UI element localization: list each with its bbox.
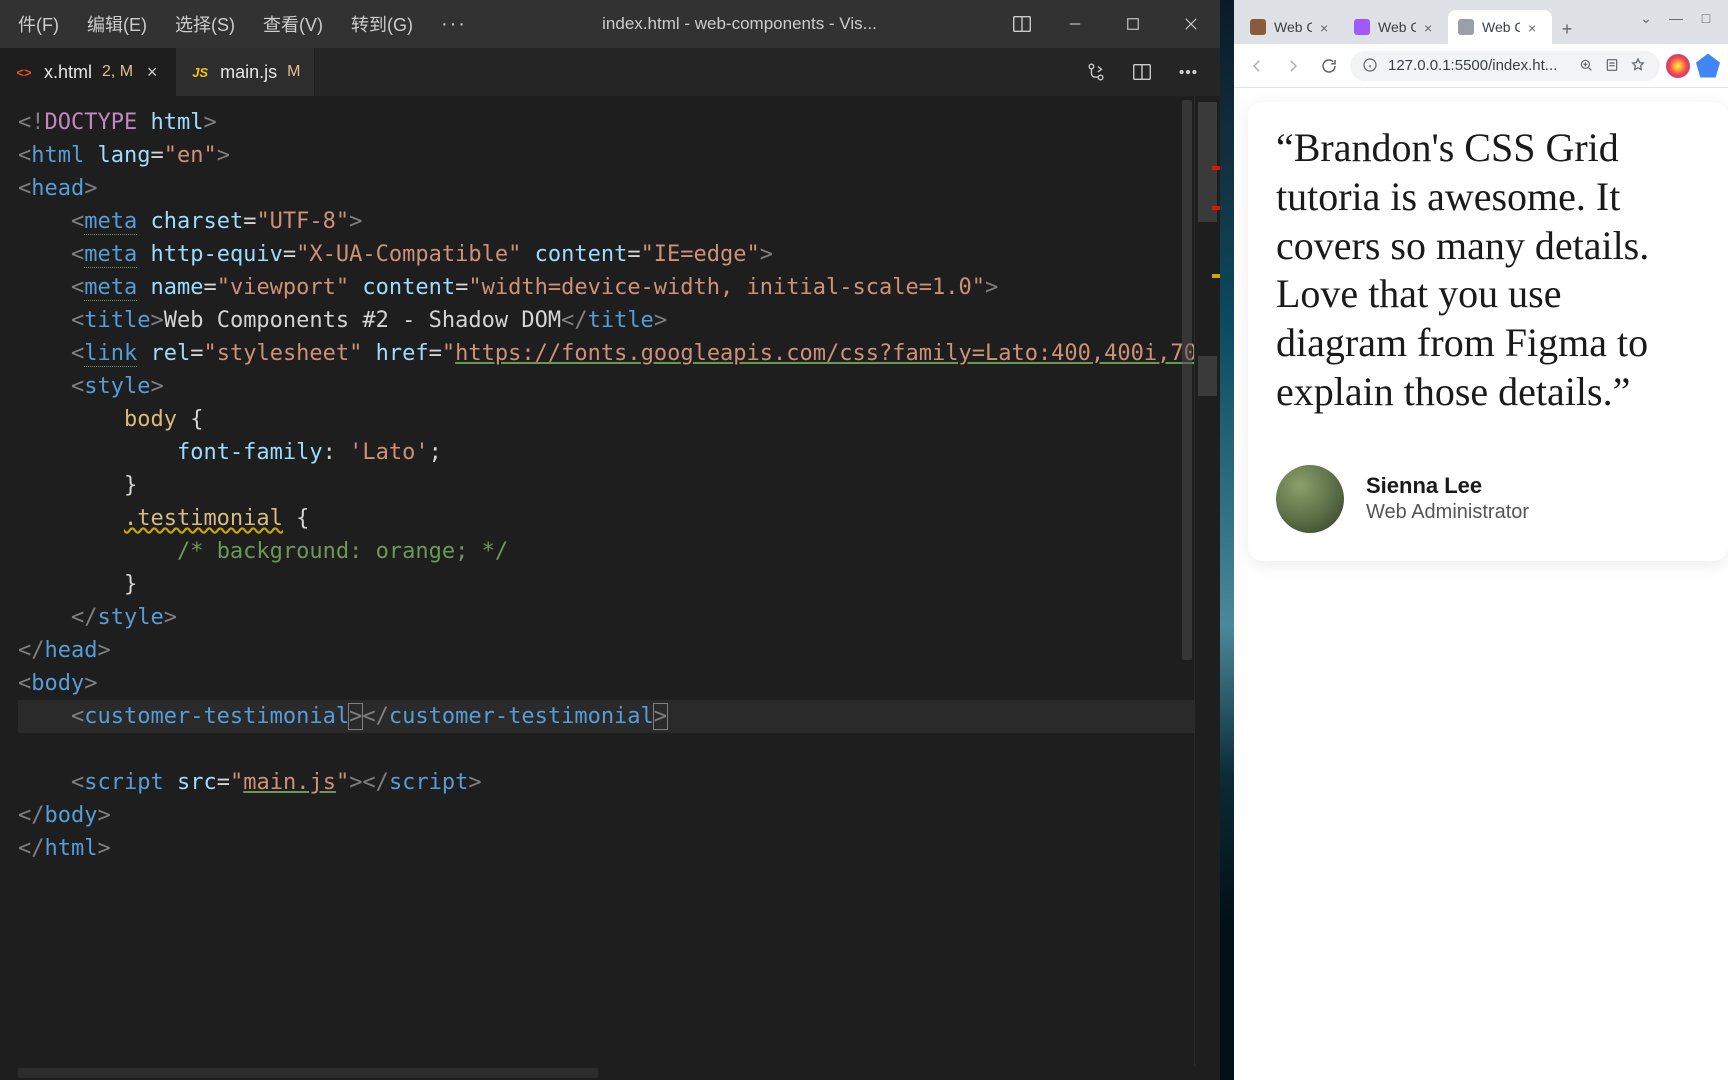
extension-icon-2[interactable] — [1696, 54, 1720, 78]
avatar — [1276, 465, 1344, 533]
browser-window: Web C × Web C × Web C × + ⌄ — □ 127.0.0.1:5500… — [1234, 0, 1728, 1080]
menu-more[interactable]: ··· — [427, 0, 481, 48]
file-icon: JS — [190, 62, 210, 82]
tab-badge: M — [287, 63, 300, 81]
close-tab-icon[interactable]: × — [1528, 20, 1542, 34]
menu-item[interactable]: 编辑(E) — [73, 0, 161, 48]
close-tab-icon[interactable]: × — [1320, 20, 1334, 34]
favicon — [1250, 19, 1266, 35]
tab-filename: main.js — [220, 62, 277, 83]
file-icon: <> — [14, 62, 34, 82]
tab-title: Web C — [1378, 19, 1416, 35]
close-tab-icon[interactable]: × — [1424, 20, 1438, 34]
browser-toolbar: 127.0.0.1:5500/index.ht... — [1234, 44, 1728, 88]
forward-button[interactable] — [1278, 51, 1308, 81]
editor-tab[interactable]: JS main.js M — [176, 48, 315, 96]
editor-layout-icon[interactable] — [998, 0, 1046, 48]
more-actions-icon[interactable] — [1168, 52, 1208, 92]
menu-item[interactable]: 转到(G) — [337, 0, 427, 48]
titlebar: 件(F)编辑(E)选择(S)查看(V)转到(G) ··· index.html … — [0, 0, 1220, 48]
extension-icon-1[interactable] — [1666, 54, 1690, 78]
bookmark-icon[interactable] — [1630, 57, 1648, 75]
tab-title: Web C — [1482, 19, 1520, 35]
reload-button[interactable] — [1314, 51, 1344, 81]
browser-tab[interactable]: Web C × — [1448, 10, 1552, 44]
testimonial-quote: “Brandon's CSS Grid tutoria is awesome. … — [1276, 124, 1700, 417]
site-info-icon[interactable] — [1362, 57, 1380, 75]
page-content: “Brandon's CSS Grid tutoria is awesome. … — [1234, 88, 1728, 1080]
browser-dropdown-icon[interactable]: ⌄ — [1632, 8, 1660, 28]
vscode-window: 件(F)编辑(E)选择(S)查看(V)转到(G) ··· index.html … — [0, 0, 1220, 1080]
favicon — [1354, 19, 1370, 35]
person-role: Web Administrator — [1366, 501, 1529, 524]
editor-tabs: <> x.html 2, M × JS main.js M — [0, 48, 1220, 96]
minimize-button[interactable] — [1046, 0, 1104, 48]
window-title: index.html - web-components - Vis... — [481, 14, 998, 34]
menu-item[interactable]: 选择(S) — [161, 0, 249, 48]
editor-tab[interactable]: <> x.html 2, M × — [0, 48, 176, 96]
reader-icon[interactable] — [1604, 57, 1622, 75]
tab-filename: x.html — [44, 62, 92, 83]
zoom-icon[interactable] — [1578, 57, 1596, 75]
browser-tabstrip: Web C × Web C × Web C × + ⌄ — □ — [1234, 0, 1728, 44]
editor[interactable]: <!DOCTYPE html> <html lang="en"> <head> … — [0, 96, 1220, 1066]
person-name: Sienna Lee — [1366, 473, 1529, 499]
code-area[interactable]: <!DOCTYPE html> <html lang="en"> <head> … — [0, 96, 1194, 1066]
menu-bar: 件(F)编辑(E)选择(S)查看(V)转到(G) — [0, 0, 427, 48]
close-tab-icon[interactable]: × — [143, 63, 161, 81]
minimap[interactable] — [1194, 96, 1220, 1066]
window-controls — [1046, 0, 1220, 48]
browser-minimize-button[interactable]: — — [1662, 8, 1690, 28]
menu-item[interactable]: 查看(V) — [249, 0, 337, 48]
vertical-scrollbar[interactable] — [1180, 96, 1194, 1066]
horizontal-scrollbar[interactable] — [0, 1066, 1220, 1080]
editor-actions — [1076, 48, 1220, 96]
tab-title: Web C — [1274, 19, 1312, 35]
testimonial-person: Sienna Lee Web Administrator — [1276, 465, 1700, 533]
testimonial-card: “Brandon's CSS Grid tutoria is awesome. … — [1248, 102, 1728, 561]
compare-changes-icon[interactable] — [1076, 52, 1116, 92]
desktop-wallpaper-strip — [1220, 0, 1234, 1080]
menu-item[interactable]: 件(F) — [4, 0, 73, 48]
browser-window-controls: ⌄ — □ — [1632, 6, 1722, 28]
maximize-button[interactable] — [1104, 0, 1162, 48]
split-editor-icon[interactable] — [1122, 52, 1162, 92]
new-tab-button[interactable]: + — [1552, 14, 1582, 44]
browser-tab[interactable]: Web C × — [1240, 10, 1344, 44]
favicon — [1458, 19, 1474, 35]
back-button[interactable] — [1242, 51, 1272, 81]
browser-tab[interactable]: Web C × — [1344, 10, 1448, 44]
browser-maximize-button[interactable]: □ — [1692, 8, 1720, 28]
close-button[interactable] — [1162, 0, 1220, 48]
tab-badge: 2, M — [102, 63, 133, 81]
address-bar[interactable]: 127.0.0.1:5500/index.ht... — [1350, 51, 1660, 81]
url-text: 127.0.0.1:5500/index.ht... — [1388, 57, 1570, 74]
